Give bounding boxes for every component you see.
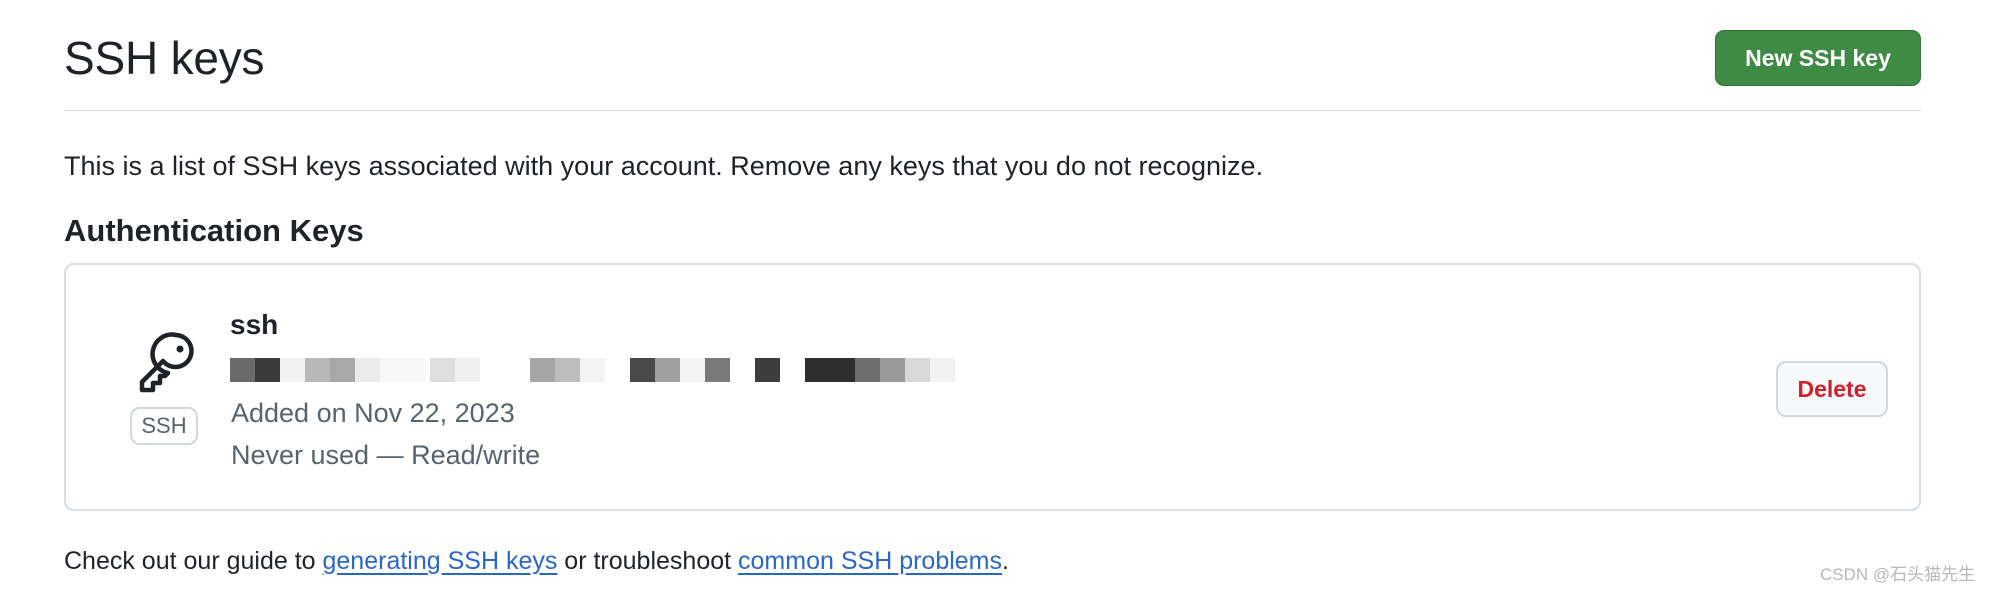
footer-help-text: Check out our guide to generating SSH ke… (64, 544, 1009, 578)
ssh-badge: SSH (130, 407, 198, 445)
key-title: ssh (230, 309, 279, 340)
delete-key-button[interactable]: Delete (1776, 361, 1888, 417)
key-usage-status: Never used — Read/write (231, 440, 541, 470)
section-title: Authentication Keys (64, 213, 364, 248)
key-icon (139, 332, 194, 393)
key-added-date: Added on Nov 22, 2023 (231, 398, 515, 428)
watermark: CSDN @石头猫先生 (1820, 565, 1976, 584)
header-divider (64, 110, 1921, 111)
generating-ssh-keys-link[interactable]: generating SSH keys (323, 547, 558, 575)
footer-suffix: . (1002, 547, 1009, 575)
new-ssh-key-button[interactable]: New SSH key (1715, 30, 1921, 86)
footer-middle: or troubleshoot (557, 547, 739, 575)
fingerprint-redacted (230, 358, 960, 382)
ssh-key-card: SSH ssh Added on Nov 22, 2023 Never used… (64, 263, 1921, 511)
common-ssh-problems-link[interactable]: common SSH problems (738, 547, 1002, 575)
intro-text: This is a list of SSH keys associated wi… (64, 151, 1264, 181)
page-title: SSH keys (64, 32, 265, 84)
footer-prefix: Check out our guide to (64, 547, 323, 575)
